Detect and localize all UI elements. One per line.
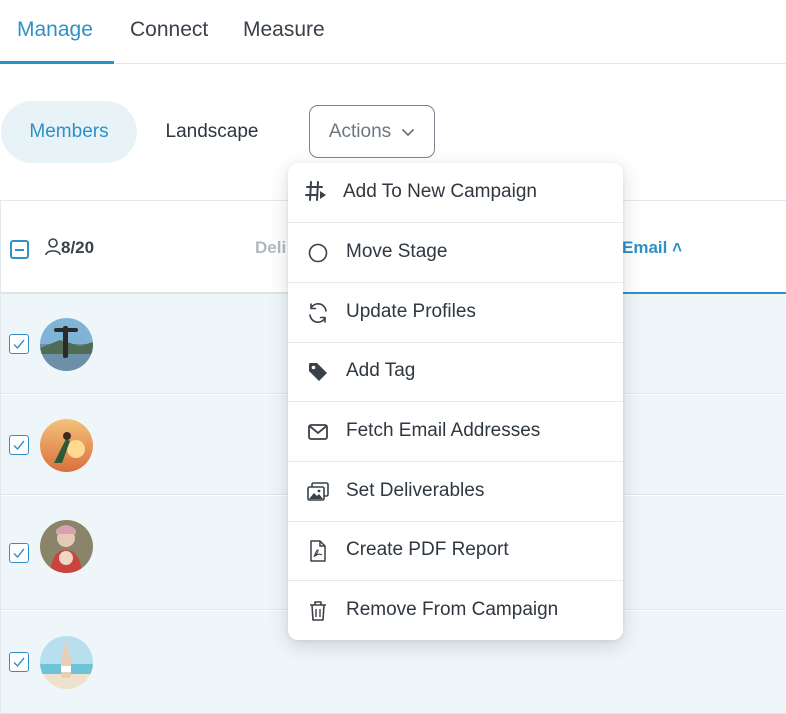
menu-item-label: Add Tag — [346, 360, 416, 381]
trash-icon — [310, 601, 326, 621]
menu-item-add-tag[interactable]: Add Tag — [288, 342, 623, 402]
avatar — [40, 419, 93, 472]
select-all-checkbox[interactable] — [10, 240, 29, 259]
checkmark-icon — [13, 339, 25, 350]
circle-icon — [308, 243, 328, 263]
pdf-file-icon — [310, 540, 326, 562]
menu-item-fetch-email-addresses[interactable]: Fetch Email Addresses — [288, 402, 623, 462]
envelope-icon — [308, 424, 328, 440]
landscape-label: Landscape — [165, 121, 259, 142]
row-checkbox[interactable] — [9, 334, 29, 354]
user-icon — [45, 238, 61, 256]
menu-item-label: Fetch Email Addresses — [346, 420, 541, 441]
avatar — [40, 318, 93, 371]
menu-item-move-stage[interactable]: Move Stage — [288, 223, 623, 283]
menu-item-label: Remove From Campaign — [346, 599, 559, 620]
avatar — [40, 520, 93, 573]
members-label: Members — [29, 121, 109, 142]
actions-label: Actions — [328, 120, 392, 142]
chevron-down-icon — [402, 128, 415, 136]
menu-item-create-pdf-report[interactable]: Create PDF Report — [288, 521, 623, 581]
row-checkbox[interactable] — [9, 543, 29, 563]
landscape-tab[interactable]: Landscape — [146, 101, 278, 163]
tab-measure[interactable]: Measure — [243, 18, 325, 42]
row-checkbox[interactable] — [9, 435, 29, 455]
column-header-email[interactable]: Email ˄ — [622, 238, 682, 258]
checkmark-icon — [13, 657, 25, 668]
menu-item-label: Create PDF Report — [346, 539, 509, 560]
menu-item-update-profiles[interactable]: Update Profiles — [288, 283, 623, 343]
checkmark-icon — [13, 440, 25, 451]
row-checkbox[interactable] — [9, 652, 29, 672]
menu-item-set-deliverables[interactable]: Set Deliverables — [288, 462, 623, 522]
menu-item-label: Add To New Campaign — [343, 181, 537, 202]
tag-icon — [309, 363, 327, 381]
avatar — [40, 636, 93, 689]
actions-dropdown-button[interactable]: Actions — [309, 105, 435, 158]
menu-item-label: Move Stage — [346, 241, 448, 262]
menu-item-label: Set Deliverables — [346, 480, 485, 501]
column-header-deliverables[interactable]: Deli — [255, 238, 286, 258]
actions-menu: Add To New Campaign Move Stage Update Pr… — [288, 163, 623, 640]
members-tab[interactable]: Members — [1, 101, 137, 163]
tab-manage[interactable]: Manage — [17, 18, 93, 42]
selected-count: 8/20 — [61, 238, 95, 257]
active-tab-indicator — [0, 61, 114, 64]
refresh-icon — [309, 303, 327, 323]
menu-item-label: Update Profiles — [346, 301, 476, 322]
hashtag-icon — [305, 181, 326, 201]
menu-item-remove-from-campaign[interactable]: Remove From Campaign — [288, 581, 623, 641]
menu-item-add-to-new-campaign[interactable]: Add To New Campaign — [288, 163, 623, 223]
top-tab-bar: Manage Connect Measure — [0, 0, 786, 64]
tab-connect[interactable]: Connect — [130, 18, 208, 42]
checkmark-icon — [13, 548, 25, 559]
images-icon — [307, 482, 329, 501]
